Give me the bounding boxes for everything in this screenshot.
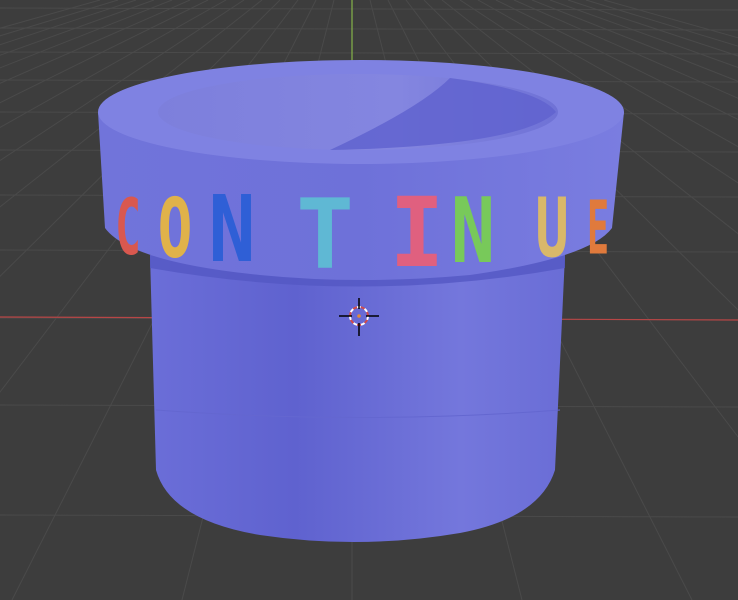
rim-letter: I — [390, 178, 445, 290]
pipe-object[interactable]: CONTINUE — [98, 60, 624, 543]
grid-line — [585, 0, 738, 47]
grid-line — [0, 0, 137, 46]
grid-line — [0, 7, 738, 11]
rim-letter: E — [587, 185, 609, 271]
rim-letter: C — [115, 182, 141, 272]
rim-letter: N — [451, 180, 495, 284]
grid-line — [603, 0, 738, 39]
3d-viewport[interactable]: CONTINUE — [0, 0, 738, 600]
rim-letter: N — [208, 177, 255, 284]
grid-line — [0, 0, 101, 29]
grid-line — [0, 0, 119, 37]
viewport-canvas[interactable]: CONTINUE — [0, 0, 738, 600]
rim-letter: O — [158, 181, 193, 277]
rim-letter: T — [296, 179, 354, 291]
pipe-body — [150, 255, 565, 543]
cursor-center — [357, 314, 361, 318]
grid-line — [0, 27, 738, 31]
grid-line — [0, 51, 738, 55]
rim-letter: U — [535, 181, 569, 277]
